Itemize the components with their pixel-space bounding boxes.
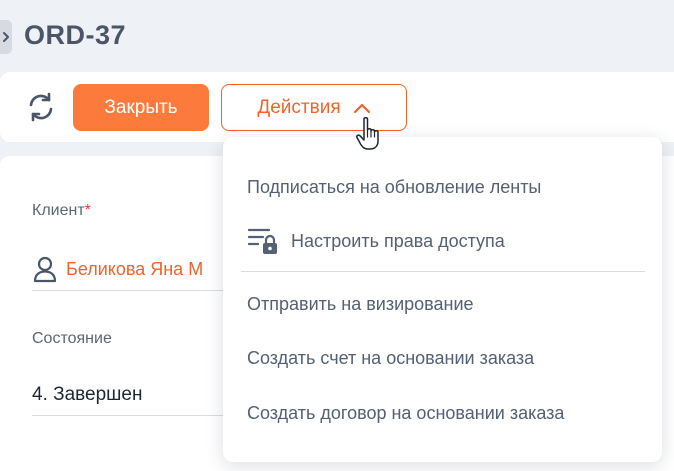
user-icon	[33, 256, 57, 283]
menu-divider	[241, 271, 645, 272]
actions-button-label: Действия	[257, 96, 341, 118]
menu-item-access-rights[interactable]: Настроить права доступа	[247, 226, 505, 256]
client-field[interactable]: Беликова Яна М	[32, 254, 232, 284]
page: ORD-37 Закрыть Действия Клиент* Беликова…	[0, 0, 674, 471]
toolbar: Закрыть Действия	[0, 72, 674, 142]
chevron-up-icon	[353, 103, 370, 113]
state-value[interactable]: 4. Завершен	[32, 384, 142, 406]
page-title: ORD-37	[24, 20, 127, 50]
state-field-underline	[32, 415, 232, 416]
menu-item-access-rights-label: Настроить права доступа	[291, 230, 505, 251]
client-link[interactable]: Беликова Яна М	[66, 259, 203, 280]
refresh-button[interactable]	[24, 90, 58, 124]
lock-list-icon	[247, 228, 277, 254]
chevron-right-icon	[3, 32, 9, 42]
client-field-underline	[32, 290, 232, 291]
sidebar-toggle-button[interactable]	[0, 20, 12, 54]
state-field-label: Состояние	[32, 330, 112, 347]
menu-item-create-invoice[interactable]: Создать счет на основании заказа	[247, 348, 534, 369]
client-field-label: Клиент*	[32, 202, 91, 220]
menu-item-send-for-approval[interactable]: Отправить на визирование	[247, 294, 474, 315]
actions-dropdown: Подписаться на обновление ленты Настроит…	[223, 137, 662, 462]
required-mark: *	[84, 202, 91, 219]
refresh-icon	[29, 92, 53, 122]
hand-cursor-icon	[356, 116, 379, 150]
menu-item-subscribe[interactable]: Подписаться на обновление ленты	[247, 177, 541, 198]
menu-item-create-contract[interactable]: Создать договор на основании заказа	[247, 403, 564, 424]
close-button[interactable]: Закрыть	[73, 84, 209, 131]
client-label-text: Клиент	[32, 202, 85, 219]
